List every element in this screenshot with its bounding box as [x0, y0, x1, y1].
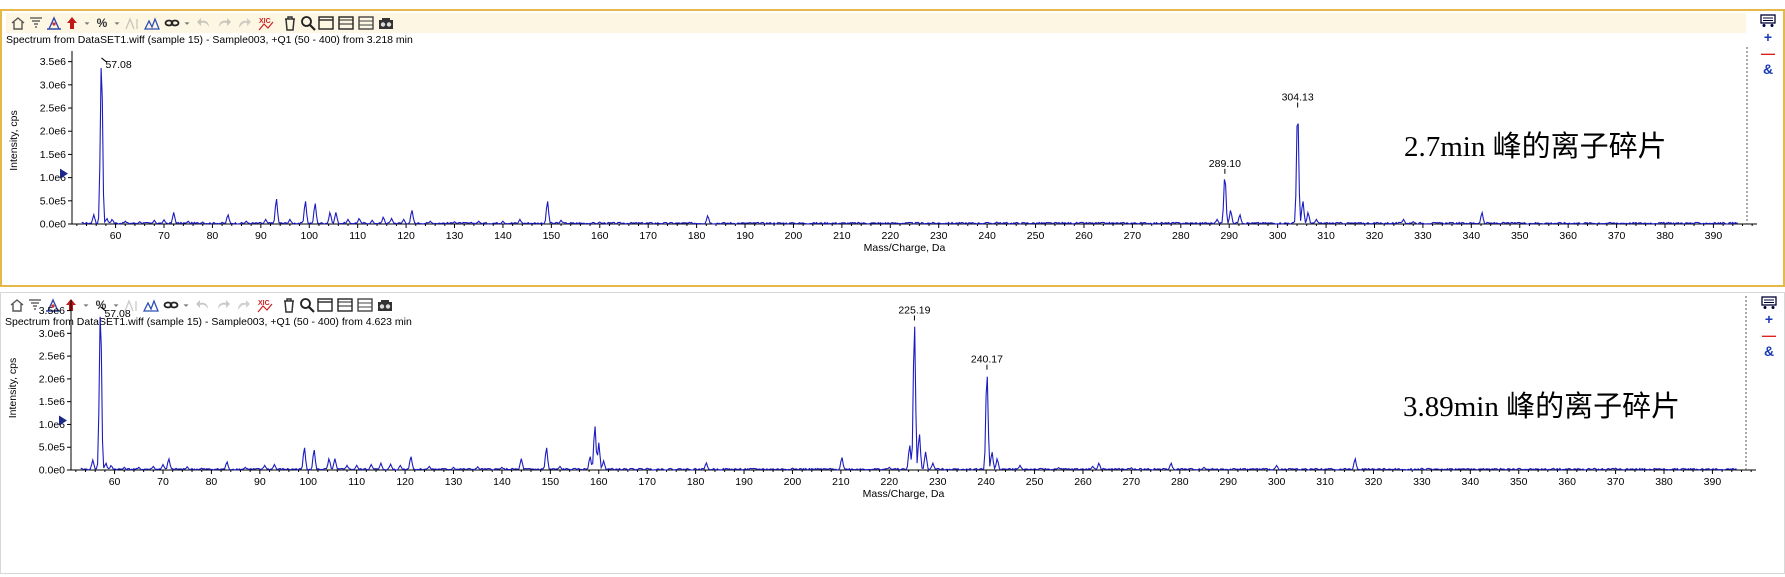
x-tick-label: 190	[736, 230, 754, 242]
x-tick-label: 310	[1316, 476, 1334, 488]
x-tick-label: 330	[1413, 476, 1431, 488]
annotation-text: 2.7min 峰的离子碎片	[1404, 131, 1667, 163]
x-tick-label: 260	[1074, 476, 1092, 488]
x-tick-label: 190	[735, 476, 753, 488]
x-tick-label: 360	[1558, 476, 1576, 488]
y-tick-label: 5.0e5	[40, 195, 66, 207]
peak-label: 240.17	[971, 354, 1003, 366]
y-tick-label: 5.0e5	[39, 442, 65, 454]
x-tick-label: 70	[157, 476, 169, 488]
x-tick-label: 160	[590, 476, 608, 488]
x-tick-label: 250	[1026, 476, 1044, 488]
spectrum-chart[interactable]: 0.0e05.0e51.0e61.5e62.0e62.5e63.0e63.5e6…	[1, 293, 1784, 573]
peak-label: 304.13	[1282, 91, 1314, 103]
x-tick-label: 60	[110, 230, 122, 242]
x-tick-label: 350	[1511, 230, 1529, 242]
x-tick-label: 380	[1656, 230, 1674, 242]
x-tick-label: 370	[1607, 476, 1625, 488]
y-tick-label: 3.0e6	[40, 79, 66, 91]
y-tick-label: 0.0e0	[39, 465, 65, 477]
peak-label: 289.10	[1209, 158, 1241, 170]
annotation-text: 3.89min 峰的离子碎片	[1403, 391, 1681, 423]
x-tick-label: 80	[206, 476, 218, 488]
x-tick-label: 60	[109, 476, 121, 488]
x-tick-label: 390	[1705, 230, 1723, 242]
x-tick-label: 100	[300, 230, 318, 242]
x-tick-label: 240	[978, 230, 996, 242]
x-tick-label: 320	[1366, 230, 1384, 242]
x-tick-label: 340	[1462, 476, 1480, 488]
x-tick-label: 220	[882, 230, 900, 242]
peak-label: 225.19	[898, 304, 930, 316]
y-tick-label: 2.0e6	[39, 373, 65, 385]
x-tick-label: 360	[1559, 230, 1577, 242]
y-axis-label: Intensity, cps	[7, 358, 19, 419]
x-tick-label: 310	[1317, 230, 1335, 242]
x-tick-label: 170	[638, 476, 656, 488]
x-tick-label: 340	[1463, 230, 1481, 242]
peak-label: 57.08	[105, 59, 131, 71]
x-tick-label: 160	[591, 230, 609, 242]
x-tick-label: 150	[543, 230, 561, 242]
y-tick-label: 3.0e6	[39, 328, 65, 340]
y-tick-label: 3.5e6	[39, 305, 65, 317]
x-tick-label: 280	[1171, 476, 1189, 488]
x-tick-label: 130	[446, 230, 464, 242]
x-tick-label: 130	[445, 476, 463, 488]
x-tick-label: 390	[1704, 476, 1722, 488]
x-tick-label: 140	[494, 230, 512, 242]
x-tick-label: 290	[1219, 476, 1237, 488]
x-tick-label: 150	[542, 476, 560, 488]
x-tick-label: 170	[639, 230, 657, 242]
x-tick-label: 80	[207, 230, 219, 242]
x-tick-label: 210	[832, 476, 850, 488]
x-tick-label: 230	[930, 230, 948, 242]
x-tick-label: 220	[881, 476, 899, 488]
x-axis-label: Mass/Charge, Da	[863, 488, 945, 500]
y-tick-label: 0.0e0	[40, 219, 66, 231]
x-tick-label: 270	[1124, 230, 1142, 242]
spectrum-pane-top[interactable]: % XIC Spectrum from DataSET1.wiff (sample…	[0, 9, 1785, 287]
x-tick-label: 330	[1414, 230, 1432, 242]
y-axis-label: Intensity, cps	[8, 110, 20, 171]
x-tick-label: 90	[254, 476, 266, 488]
x-tick-label: 200	[785, 230, 803, 242]
x-tick-label: 70	[158, 230, 170, 242]
x-tick-label: 210	[833, 230, 851, 242]
x-tick-label: 370	[1608, 230, 1626, 242]
x-tick-label: 120	[396, 476, 414, 488]
x-tick-label: 200	[784, 476, 802, 488]
y-tick-label: 2.5e6	[39, 351, 65, 363]
x-tick-label: 280	[1172, 230, 1190, 242]
y-tick-label: 2.0e6	[40, 126, 66, 138]
x-tick-label: 110	[348, 476, 365, 488]
x-tick-label: 110	[349, 230, 366, 242]
x-tick-label: 270	[1123, 476, 1141, 488]
spectrum-pane-bottom[interactable]: % XIC Spectrum from DataSET1.wiff (sample…	[0, 292, 1785, 574]
x-tick-label: 260	[1075, 230, 1093, 242]
x-axis-label: Mass/Charge, Da	[864, 242, 946, 254]
x-tick-label: 350	[1510, 476, 1528, 488]
x-tick-label: 120	[397, 230, 415, 242]
y-tick-label: 1.5e6	[39, 396, 65, 408]
x-tick-label: 300	[1268, 476, 1286, 488]
x-tick-label: 380	[1655, 476, 1673, 488]
x-tick-label: 320	[1365, 476, 1383, 488]
peak-label: 57.08	[104, 308, 130, 320]
x-tick-label: 90	[255, 230, 267, 242]
x-tick-label: 250	[1027, 230, 1045, 242]
x-tick-label: 100	[299, 476, 317, 488]
y-tick-label: 2.5e6	[40, 103, 66, 115]
x-tick-label: 180	[688, 230, 706, 242]
x-tick-label: 240	[977, 476, 995, 488]
y-tick-label: 1.5e6	[40, 149, 66, 161]
y-tick-label: 3.5e6	[40, 56, 66, 68]
x-tick-label: 180	[687, 476, 705, 488]
x-tick-label: 300	[1269, 230, 1287, 242]
x-tick-label: 230	[929, 476, 947, 488]
x-tick-label: 140	[493, 476, 511, 488]
x-tick-label: 290	[1220, 230, 1238, 242]
